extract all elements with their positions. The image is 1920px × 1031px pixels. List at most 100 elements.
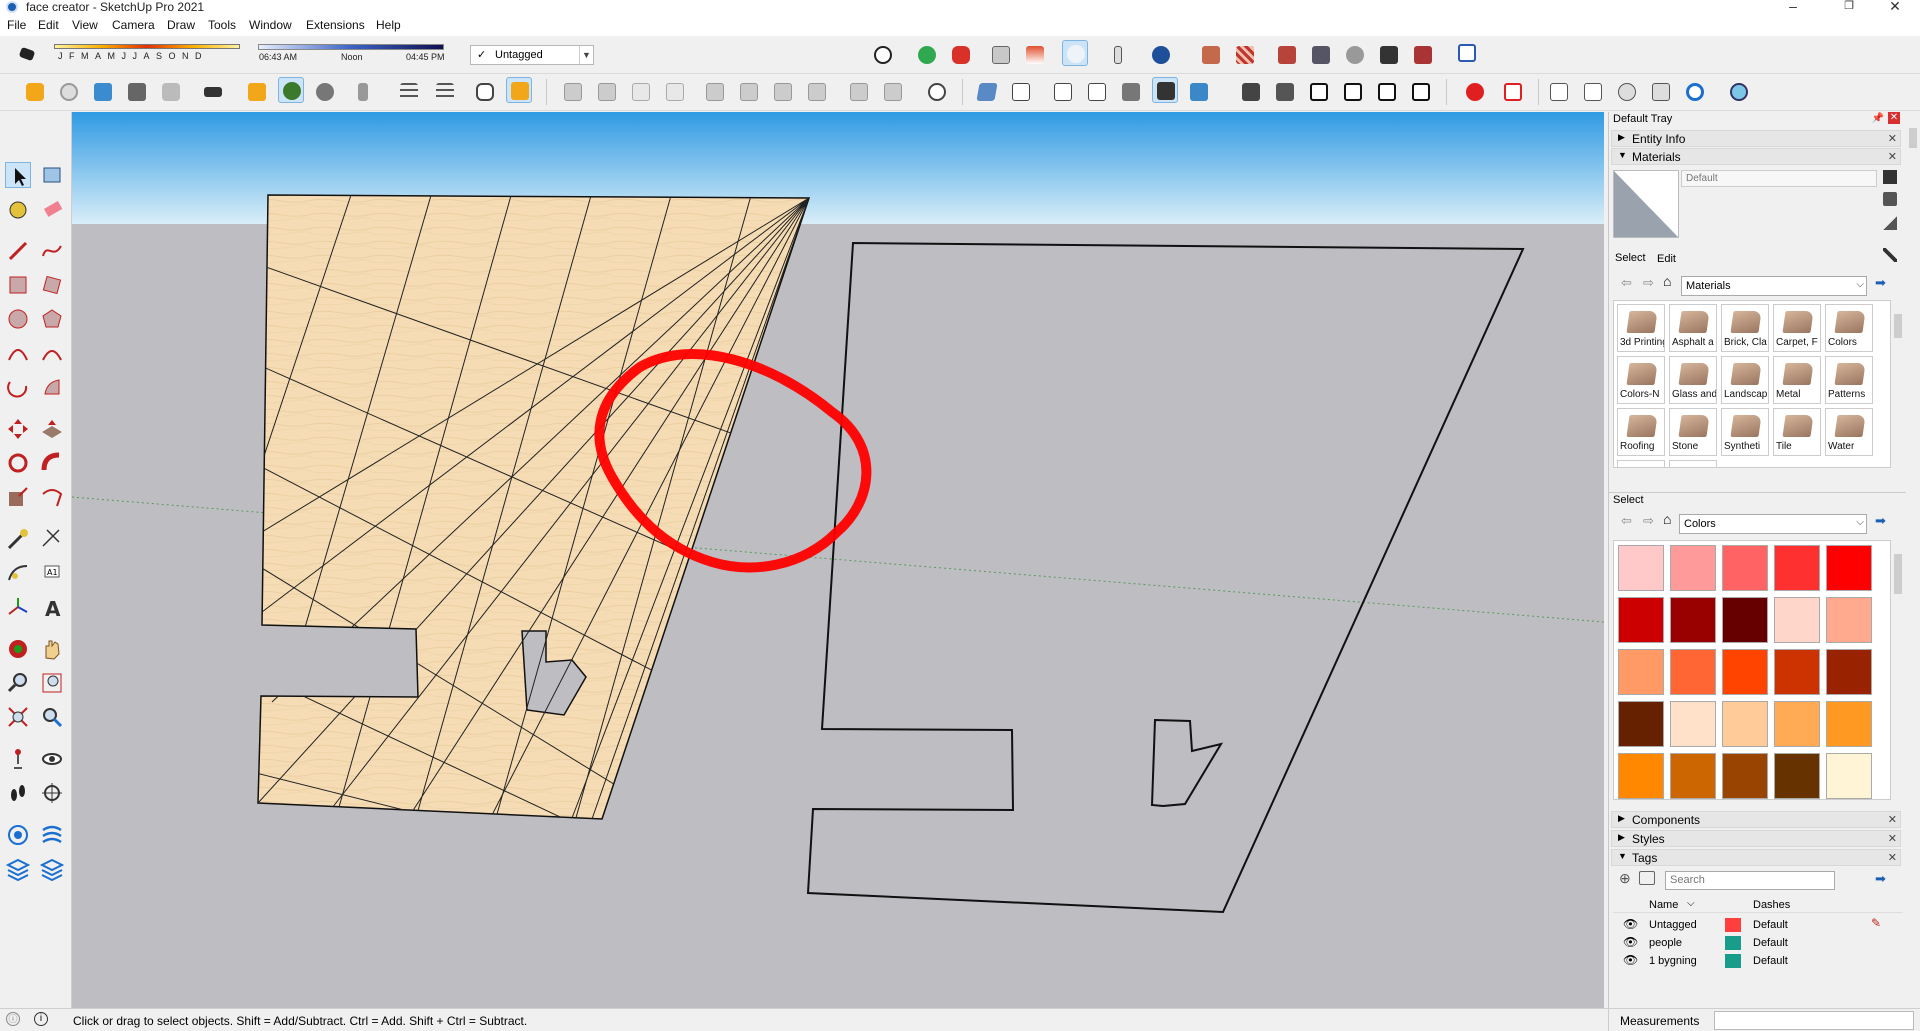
section-plane-button[interactable] — [988, 42, 1014, 68]
orbit-tool[interactable] — [5, 636, 31, 662]
tag-dash[interactable]: Default — [1753, 955, 1788, 967]
offset-tool[interactable] — [39, 484, 65, 510]
pan-tool[interactable] — [39, 636, 65, 662]
style-backedges-button[interactable] — [1008, 79, 1034, 105]
menu-extensions[interactable]: Extensions — [306, 18, 365, 32]
cloud-icon[interactable] — [1614, 79, 1640, 105]
section-tags[interactable]: ▼ Tags ✕ — [1611, 849, 1901, 866]
menu-help[interactable]: Help — [376, 18, 401, 32]
menu-tools[interactable]: Tools — [208, 18, 236, 32]
tree-tool-button[interactable] — [278, 77, 304, 103]
back-arrow-icon[interactable]: ⇦ — [1621, 513, 1632, 529]
details-arrow-icon[interactable]: ➡ — [1875, 275, 1886, 291]
extension-f6-button[interactable] — [1454, 40, 1480, 66]
extension-warehouse-button[interactable] — [948, 42, 974, 68]
time-slider[interactable] — [258, 44, 444, 50]
eyedropper-icon[interactable] — [1883, 248, 1897, 262]
color-swatch[interactable] — [1774, 649, 1820, 695]
style-monochrome-button[interactable] — [1186, 79, 1212, 105]
close-button[interactable]: ✕ — [1872, 0, 1918, 16]
tab-edit[interactable]: Edit — [1657, 253, 1676, 265]
gear-icon[interactable] — [312, 79, 338, 105]
scene-tool-1-button[interactable] — [560, 79, 586, 105]
rectangle-tool[interactable] — [5, 272, 31, 298]
tab-select[interactable]: Select — [1615, 252, 1646, 264]
tag-dash[interactable]: Default — [1753, 919, 1788, 931]
solid-inspector-button[interactable] — [244, 79, 270, 105]
create-material-icon[interactable] — [1883, 192, 1897, 206]
sandbox-detail-button[interactable] — [1342, 42, 1368, 68]
scene-tool-2-button[interactable] — [594, 79, 620, 105]
material-folder[interactable]: 3d Printing — [1617, 304, 1665, 352]
section-materials[interactable]: ▼ Materials ✕ — [1611, 148, 1901, 165]
color-swatch[interactable] — [1670, 545, 1716, 591]
look-around-tool[interactable] — [39, 746, 65, 772]
section-entity-info[interactable]: ▶ Entity Info ✕ — [1611, 130, 1901, 147]
tag-color-swatch[interactable] — [1725, 918, 1741, 932]
materials-scrollbar[interactable] — [1893, 300, 1903, 468]
minimize-button[interactable]: – — [1770, 0, 1816, 16]
color-swatch[interactable] — [1774, 701, 1820, 747]
cube-icon[interactable] — [1648, 79, 1674, 105]
material-folder[interactable]: Brick, Cla — [1721, 304, 1769, 352]
close-icon[interactable]: ✕ — [1888, 132, 1897, 145]
pin-icon[interactable]: 📌 — [1872, 113, 1884, 124]
grid-icon[interactable] — [1500, 79, 1526, 105]
send-to-layout-button[interactable] — [90, 79, 116, 105]
menu-draw[interactable]: Draw — [167, 18, 195, 32]
pie-tool[interactable] — [39, 374, 65, 400]
eraser-tool[interactable] — [39, 196, 65, 222]
material-folder[interactable]: Stone — [1669, 408, 1717, 456]
tag-row[interactable]: 👁 1 bygning Default — [1613, 952, 1903, 970]
text-tool[interactable]: A1 — [39, 560, 65, 586]
tag-name[interactable]: 1 bygning — [1649, 955, 1697, 967]
3d-warehouse-button[interactable] — [914, 42, 940, 68]
view-back-button[interactable] — [1374, 79, 1400, 105]
color-swatch[interactable] — [1774, 597, 1820, 643]
two-point-arc-tool[interactable] — [39, 340, 65, 366]
eye-icon[interactable]: 👁 — [1623, 917, 1638, 931]
sliders-icon[interactable] — [396, 79, 422, 105]
color-swatch[interactable] — [1722, 545, 1768, 591]
column-dashes[interactable]: Dashes — [1753, 899, 1790, 911]
view-right-button[interactable] — [1340, 79, 1366, 105]
measurements-input[interactable] — [1714, 1011, 1914, 1030]
material-folder[interactable]: Syntheti — [1721, 408, 1769, 456]
tag-name[interactable]: Untagged — [1649, 919, 1697, 931]
model-viewport[interactable] — [72, 112, 1604, 1008]
column-name[interactable]: Name — [1649, 899, 1678, 911]
three-point-arc-tool[interactable] — [5, 374, 31, 400]
color-swatch[interactable] — [1722, 597, 1768, 643]
help-icon[interactable] — [1148, 42, 1174, 68]
shadows-toggle-button[interactable] — [16, 41, 42, 67]
material-folder[interactable]: Patterns — [1825, 356, 1873, 404]
sandbox-scratch-tool[interactable] — [39, 822, 65, 848]
tag-row[interactable]: 👁 people Default — [1613, 934, 1903, 952]
color-swatch[interactable] — [1774, 753, 1820, 799]
section-components[interactable]: ▶ Components ✕ — [1611, 811, 1901, 828]
color-swatch[interactable] — [1826, 545, 1872, 591]
color-swatch[interactable] — [1618, 545, 1664, 591]
burst-icon[interactable] — [1462, 79, 1488, 105]
sound-icon[interactable] — [354, 79, 380, 105]
menu-edit[interactable]: Edit — [38, 18, 59, 32]
scale-tool[interactable] — [5, 484, 31, 510]
sandbox-drape-button[interactable] — [1308, 42, 1334, 68]
color-swatch[interactable] — [1826, 753, 1872, 799]
color-swatch[interactable] — [1670, 753, 1716, 799]
colors-scrollbar[interactable] — [1893, 540, 1903, 800]
info-icon[interactable]: i — [34, 1012, 48, 1026]
freehand-tool[interactable] — [39, 238, 65, 264]
line-tool[interactable] — [5, 238, 31, 264]
sync-icon[interactable] — [1682, 79, 1708, 105]
material-name-field[interactable]: Default — [1681, 170, 1877, 187]
layers-tool[interactable] — [5, 856, 31, 882]
info-icon[interactable] — [506, 77, 532, 103]
color-swatch[interactable] — [1618, 701, 1664, 747]
scene-tool-6-button[interactable] — [736, 79, 762, 105]
sandbox-contours-tool[interactable] — [5, 822, 31, 848]
section-styles[interactable]: ▶ Styles ✕ — [1611, 830, 1901, 847]
style-textured-button[interactable] — [1152, 77, 1178, 103]
select-tool[interactable] — [5, 162, 31, 188]
xray-toggle-button[interactable] — [1062, 40, 1088, 66]
